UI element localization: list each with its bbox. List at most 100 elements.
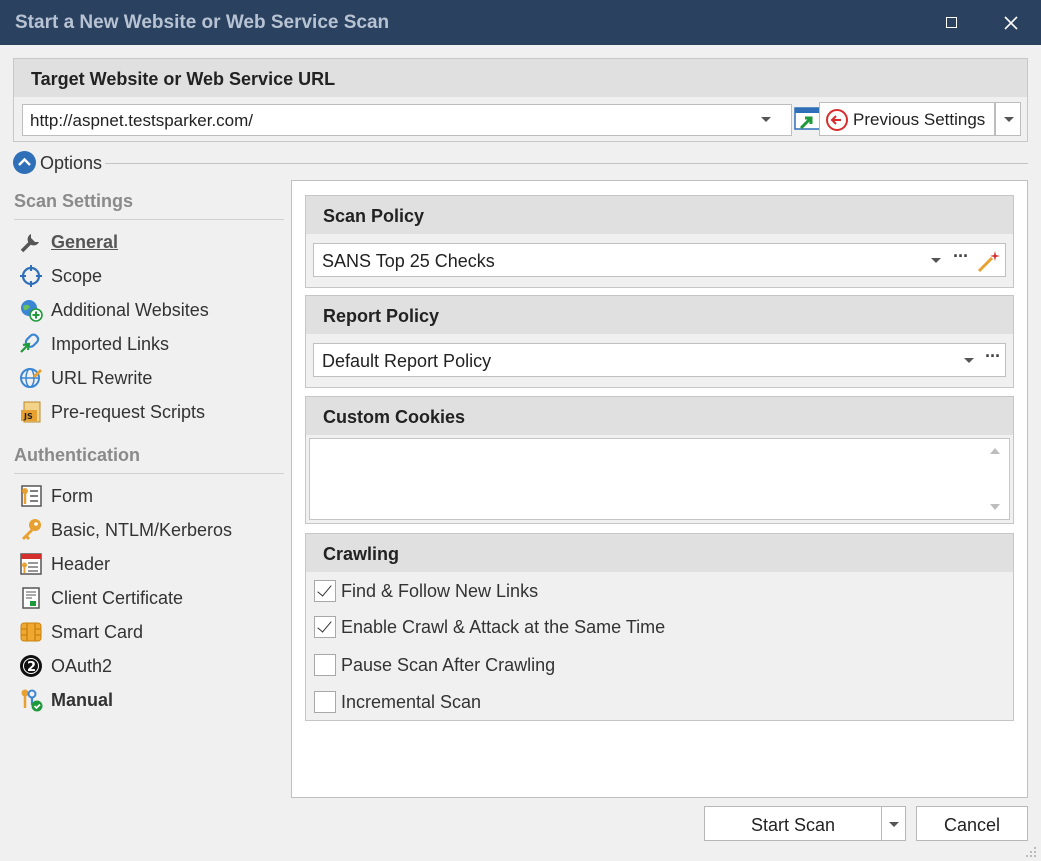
magic-wand-icon[interactable] xyxy=(976,248,1002,274)
checkbox-label: Find & Follow New Links xyxy=(341,580,539,601)
custom-cookies-textarea[interactable] xyxy=(309,438,1010,520)
sidebar-divider xyxy=(14,219,284,220)
target-url-group: Target Website or Web Service URL http:/… xyxy=(13,58,1028,142)
more-options-icon[interactable]: ··· xyxy=(985,346,1001,367)
form-key-icon xyxy=(18,483,44,509)
authentication-heading: Authentication xyxy=(14,445,140,465)
sidebar-item-label: Manual xyxy=(51,689,114,710)
sidebar-item-label: Form xyxy=(51,485,93,506)
report-policy-group: Report Policy Default Report Policy ··· xyxy=(305,295,1014,388)
sidebar-item-label: Basic, NTLM/Kerberos xyxy=(51,519,233,540)
previous-settings-label: Previous Settings xyxy=(853,110,986,129)
checkbox-label: Pause Scan After Crawling xyxy=(341,654,556,675)
options-label: Options xyxy=(40,153,103,173)
checkbox-label: Enable Crawl & Attack at the Same Time xyxy=(341,616,666,637)
window-title: Start a New Website or Web Service Scan xyxy=(15,12,390,33)
target-url-heading: Target Website or Web Service URL xyxy=(14,59,1027,97)
scan-policy-heading: Scan Policy xyxy=(306,196,1013,234)
smart-card-icon xyxy=(18,619,44,645)
scroll-up-icon[interactable] xyxy=(990,448,1000,454)
svg-text:2: 2 xyxy=(27,660,36,675)
chevron-down-icon xyxy=(889,822,899,827)
close-button[interactable] xyxy=(986,0,1036,45)
crawling-group: Crawling Find & Follow New Links Enable … xyxy=(305,533,1014,721)
maximize-icon xyxy=(945,17,957,28)
crosshair-icon xyxy=(18,263,44,289)
sidebar-item-label: Additional Websites xyxy=(51,299,209,320)
custom-cookies-heading: Custom Cookies xyxy=(306,397,1013,435)
sidebar-item-header[interactable]: Header xyxy=(18,550,283,578)
previous-settings-dropdown[interactable] xyxy=(995,102,1021,136)
sidebar-item-oauth2[interactable]: 2 OAuth2 xyxy=(18,652,283,680)
js-script-icon: JS xyxy=(18,399,44,425)
crawling-heading: Crawling xyxy=(306,534,1013,572)
start-scan-dropdown[interactable] xyxy=(881,806,906,841)
scan-policy-select[interactable]: SANS Top 25 Checks ··· xyxy=(313,243,1006,277)
oauth2-icon: 2 xyxy=(18,653,44,679)
pause-after-crawling-checkbox[interactable]: Pause Scan After Crawling xyxy=(314,652,555,678)
sidebar-item-label: Pre-request Scripts xyxy=(51,401,206,422)
checkbox-unchecked-icon[interactable] xyxy=(314,691,336,713)
sidebar-divider xyxy=(14,473,284,474)
chevron-down-icon[interactable] xyxy=(761,117,771,122)
sidebar-item-smart-card[interactable]: Smart Card xyxy=(18,618,283,646)
wrench-icon xyxy=(18,229,44,255)
target-url-input[interactable]: http://aspnet.testsparker.com/ xyxy=(22,104,792,136)
chevron-down-icon[interactable] xyxy=(964,358,974,363)
sidebar-item-additional-websites[interactable]: Additional Websites xyxy=(18,296,283,324)
cancel-button[interactable]: Cancel xyxy=(916,806,1028,841)
start-scan-button[interactable]: Start Scan xyxy=(704,806,882,841)
globe-add-icon xyxy=(18,297,44,323)
sidebar-item-imported-links[interactable]: Imported Links xyxy=(18,330,283,358)
custom-cookies-group: Custom Cookies xyxy=(305,396,1014,524)
header-window-icon xyxy=(18,551,44,577)
sidebar-item-scope[interactable]: Scope xyxy=(18,262,283,290)
title-bar: Start a New Website or Web Service Scan xyxy=(0,0,1041,45)
key-icon xyxy=(18,517,44,543)
target-url-value: http://aspnet.testsparker.com/ xyxy=(30,111,254,130)
crawl-attack-same-time-checkbox[interactable]: Enable Crawl & Attack at the Same Time xyxy=(314,614,665,640)
cancel-label: Cancel xyxy=(943,815,1001,835)
checkbox-checked-icon[interactable] xyxy=(314,616,336,638)
globe-pencil-icon xyxy=(18,365,44,391)
report-policy-heading: Report Policy xyxy=(306,296,1013,334)
checkbox-unchecked-icon[interactable] xyxy=(314,654,336,676)
maximize-button[interactable] xyxy=(926,0,976,45)
find-follow-links-checkbox[interactable]: Find & Follow New Links xyxy=(314,578,538,604)
sidebar-item-general[interactable]: General xyxy=(18,228,283,256)
scroll-down-icon[interactable] xyxy=(990,504,1000,510)
sidebar-item-label: Scope xyxy=(51,265,103,286)
checkbox-checked-icon[interactable] xyxy=(314,580,336,602)
certificate-icon xyxy=(18,585,44,611)
more-options-icon[interactable]: ··· xyxy=(953,246,969,267)
sidebar-item-manual[interactable]: Manual xyxy=(18,686,283,714)
resize-grip-icon[interactable] xyxy=(1024,845,1038,859)
manual-keys-check-icon xyxy=(18,687,44,713)
start-scan-label: Start Scan xyxy=(750,815,836,835)
sidebar-item-form[interactable]: Form xyxy=(18,482,283,510)
sidebar-item-label: URL Rewrite xyxy=(51,367,153,388)
scan-policy-group: Scan Policy SANS Top 25 Checks ··· xyxy=(305,195,1014,288)
checkbox-label: Incremental Scan xyxy=(341,691,482,712)
sidebar-item-label: General xyxy=(51,231,119,252)
general-settings-panel: Scan Policy SANS Top 25 Checks ··· Repor… xyxy=(291,180,1028,798)
sidebar-item-client-certificate[interactable]: Client Certificate xyxy=(18,584,283,612)
previous-settings-button[interactable]: Previous Settings xyxy=(819,102,995,136)
svg-text:JS: JS xyxy=(23,412,33,421)
sidebar-item-label: Smart Card xyxy=(51,621,144,642)
sidebar-item-label: Client Certificate xyxy=(51,587,184,608)
sidebar-item-label: Header xyxy=(51,553,111,574)
sidebar-item-label: OAuth2 xyxy=(51,655,113,676)
sidebar-item-pre-request-scripts[interactable]: JS Pre-request Scripts xyxy=(18,398,283,426)
report-policy-select[interactable]: Default Report Policy ··· xyxy=(313,343,1006,377)
chevron-down-icon[interactable] xyxy=(931,258,941,263)
open-browser-button[interactable] xyxy=(794,104,822,136)
sidebar-item-label: Imported Links xyxy=(51,333,170,354)
close-icon xyxy=(1004,15,1018,30)
report-policy-value: Default Report Policy xyxy=(322,351,492,371)
sidebar-item-basic-ntlm-kerberos[interactable]: Basic, NTLM/Kerberos xyxy=(18,516,283,544)
collapse-up-icon[interactable] xyxy=(13,151,36,174)
incremental-scan-checkbox[interactable]: Incremental Scan xyxy=(314,689,481,715)
sidebar-item-url-rewrite[interactable]: URL Rewrite xyxy=(18,364,283,392)
options-toggle[interactable]: Options xyxy=(13,151,1028,175)
